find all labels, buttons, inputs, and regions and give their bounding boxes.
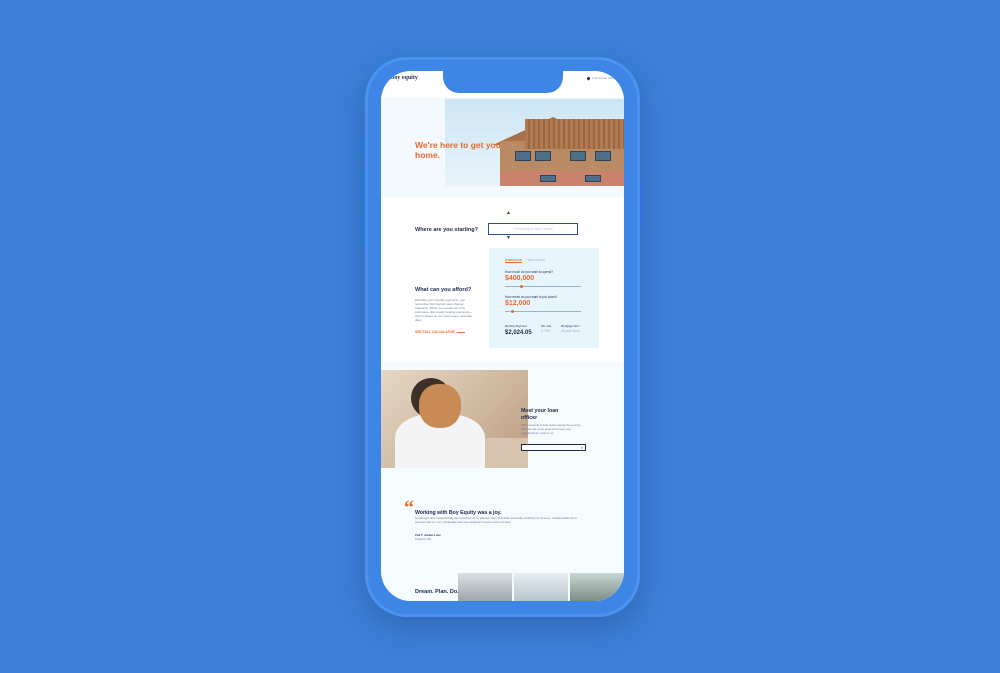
- full-calculator-link[interactable]: SEE FULL CALCULATOR: [415, 330, 466, 334]
- down-slider-knob[interactable]: [511, 310, 515, 313]
- phone-notch: [443, 71, 563, 93]
- volume-down-button: [362, 212, 365, 244]
- start-question: Where are you starting?: [415, 227, 478, 233]
- loan-officer-title: Meet your loan officer: [521, 408, 559, 421]
- find-loan-officer-link[interactable]: Find a loan officer: [586, 75, 616, 81]
- rate-label: Intr. rate: [541, 324, 552, 328]
- quote-location: Portland, OR: [415, 537, 432, 541]
- start-select[interactable]: I'm looking to buy a home: [488, 223, 578, 235]
- phone-screen: boy equity Find a loan officer We're her…: [381, 71, 624, 601]
- team-photo: [570, 573, 624, 601]
- rate-value: 4.75%: [541, 329, 551, 333]
- afford-description: Estimate your monthly payments, you reme…: [415, 298, 473, 322]
- spend-value: $400,000: [505, 275, 535, 282]
- full-calculator-label: SEE FULL CALCULATOR: [415, 330, 455, 334]
- down-value: $12,000: [505, 300, 531, 307]
- loan-officer-description: With hundreds of loan teams across the c…: [521, 423, 581, 435]
- spend-slider-knob[interactable]: [520, 285, 524, 288]
- power-button: [640, 182, 643, 230]
- loan-officer-search-input[interactable]: ⌕: [521, 444, 586, 451]
- down-slider[interactable]: [505, 310, 581, 313]
- volume-up-button: [362, 172, 365, 204]
- afford-title: What can you afford?: [415, 287, 472, 293]
- team-photo: [458, 573, 512, 601]
- payment-value: $2,024.05: [505, 330, 532, 336]
- arrow-right-icon: [457, 331, 466, 333]
- quote-body: So strength and metaphorically did I con…: [415, 516, 578, 524]
- mute-switch: [362, 137, 365, 155]
- find-loan-officer-label: Find a loan officer: [592, 76, 616, 80]
- chevron-up-icon[interactable]: ▲: [506, 210, 511, 216]
- spend-slider[interactable]: [505, 285, 581, 288]
- payment-label: Monthly Payment: [505, 324, 527, 328]
- phone-frame: boy equity Find a loan officer We're her…: [362, 57, 643, 617]
- down-label: How much do you want to put down?: [505, 295, 558, 299]
- term-label: Mortgage Term: [561, 324, 580, 328]
- quote-icon: “: [404, 497, 414, 519]
- term-value: 30 year fixed: [561, 329, 580, 333]
- dream-plan-do-title: Dream. Plan. Do.: [415, 589, 459, 595]
- father-child-photo: [381, 370, 528, 468]
- site-logo[interactable]: boy equity: [391, 75, 418, 81]
- affordability-calculator: PURCHASE REFINANCE How much do you want …: [489, 248, 599, 348]
- search-icon[interactable]: ⌕: [581, 445, 583, 450]
- team-photo-strip: [458, 573, 624, 601]
- chevron-down-icon[interactable]: ▼: [506, 235, 511, 241]
- location-pin-icon: [586, 75, 591, 81]
- team-photo: [514, 573, 568, 601]
- tab-purchase[interactable]: PURCHASE: [505, 258, 522, 263]
- hero-headline: We're here to get you home.: [415, 140, 501, 160]
- spend-label: How much do you want to spend?: [505, 270, 554, 274]
- tab-refinance[interactable]: REFINANCE: [528, 258, 545, 263]
